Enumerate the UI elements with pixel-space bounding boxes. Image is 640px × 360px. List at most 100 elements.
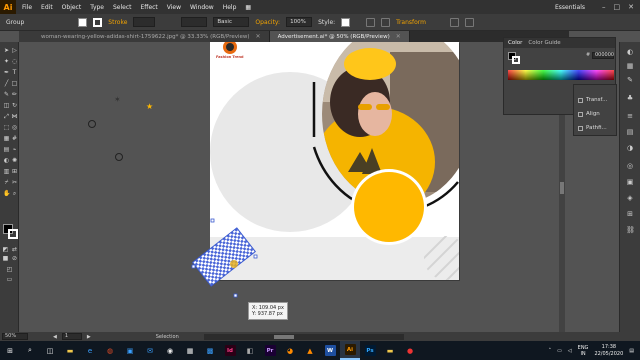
shape-builder-tool-icon[interactable]: ◎ — [11, 124, 18, 131]
scroll-thumb[interactable] — [273, 334, 294, 339]
illustrator-taskbar-icon[interactable]: Ai — [340, 341, 360, 360]
selection-handle[interactable] — [253, 254, 258, 259]
vlc-icon[interactable]: ▲ — [300, 341, 320, 360]
perspective-grid-tool-icon[interactable]: ▦ — [3, 135, 10, 142]
transparency-icon[interactable]: ◑ — [626, 144, 634, 152]
isolate-icon[interactable] — [450, 17, 460, 27]
rotate-tool-icon[interactable]: ↻ — [11, 102, 18, 109]
variable-width-field[interactable] — [181, 17, 208, 27]
drawing-mode-icon[interactable]: ◰ — [6, 266, 13, 273]
zoom-tool-icon[interactable]: ⌕ — [11, 190, 18, 197]
volume-icon[interactable]: ◁ — [568, 348, 572, 354]
width-tool-icon[interactable]: ⋈ — [11, 113, 18, 120]
hand-tool-icon[interactable]: ✋ — [3, 190, 10, 197]
chrome-icon[interactable]: ◍ — [100, 341, 120, 360]
tab-photo-document[interactable]: woman-wearing-yellow-adidas-shirt-175962… — [19, 31, 270, 42]
search-icon[interactable]: ⌕ — [20, 341, 40, 360]
artboard-tool-icon[interactable]: ⊞ — [11, 168, 18, 175]
edge-icon[interactable]: e — [80, 341, 100, 360]
recolor-icon[interactable] — [366, 17, 376, 27]
selection-tool-icon[interactable]: ➤ — [3, 47, 10, 54]
close-tab-icon[interactable]: ✕ — [256, 33, 261, 40]
color-spectrum[interactable] — [508, 70, 614, 80]
zoom-field[interactable]: 50% — [2, 333, 28, 340]
swatches-icon[interactable]: ▦ — [626, 62, 634, 70]
selected-pattern-group[interactable] — [184, 212, 264, 302]
artboard-number-field[interactable]: 1 — [61, 333, 82, 340]
task-view-icon[interactable]: ◫ — [40, 341, 60, 360]
menu-object[interactable]: Object — [62, 4, 82, 11]
prev-artboard-icon[interactable]: ◀ — [53, 334, 57, 340]
stroke-swatch[interactable] — [93, 17, 103, 27]
stroke-color-box[interactable] — [8, 229, 18, 239]
gradient-icon[interactable]: ▤ — [626, 128, 634, 136]
menu-window[interactable]: Window — [190, 4, 214, 11]
close-icon[interactable]: ✕ — [628, 3, 634, 11]
photoshop-taskbar-icon[interactable]: Ps — [360, 341, 380, 360]
calculator-icon[interactable]: ▦ — [180, 341, 200, 360]
tab-color[interactable]: Color — [508, 40, 522, 46]
stroke-icon[interactable]: ≡ — [626, 112, 634, 120]
graph-tool-icon[interactable]: ▥ — [3, 168, 10, 175]
menu-select[interactable]: Select — [113, 4, 132, 11]
store-icon[interactable]: ▣ — [120, 341, 140, 360]
minimize-icon[interactable]: – — [602, 3, 606, 11]
gradient-tool-icon[interactable]: ▤ — [3, 146, 10, 153]
mail-icon[interactable]: ✉ — [140, 341, 160, 360]
workspace-switcher[interactable]: Essentials — [555, 4, 585, 11]
opacity-label[interactable]: Opacity: — [255, 19, 280, 26]
transform-label[interactable]: Transform — [396, 19, 426, 26]
lasso-tool-icon[interactable]: ◌ — [11, 58, 18, 65]
blend-tool-icon[interactable]: ◐ — [3, 157, 10, 164]
artboards-icon[interactable]: ⊞ — [626, 210, 634, 218]
eyedropper-tool-icon[interactable]: ⌁ — [11, 146, 18, 153]
selection-handle[interactable] — [210, 218, 215, 223]
style-swatch[interactable] — [341, 17, 351, 27]
pencil-tool-icon[interactable]: ✏ — [11, 91, 18, 98]
chevron-up-icon[interactable]: ˄ — [549, 348, 552, 354]
free-transform-tool-icon[interactable]: ⬚ — [3, 124, 10, 131]
camera-icon[interactable]: ◉ — [160, 341, 180, 360]
premiere-icon[interactable]: Pr — [260, 341, 280, 360]
direct-selection-tool-icon[interactable]: ▷ — [11, 47, 18, 54]
firefox-icon[interactable]: ◕ — [280, 341, 300, 360]
none-color-icon[interactable]: ⊘ — [11, 255, 18, 262]
brushes-icon[interactable]: ✎ — [626, 76, 634, 84]
line-tool-icon[interactable]: ╱ — [3, 80, 10, 87]
canvas-area[interactable]: ✶ ★ Fashion Trend X: 109.04 px Y: 937.87… — [19, 42, 565, 332]
media-icon[interactable]: ◧ — [240, 341, 260, 360]
file-explorer-icon[interactable]: ▬ — [60, 341, 80, 360]
pen-tool-icon[interactable]: ✒ — [3, 69, 10, 76]
notifications-icon[interactable]: ▤ — [629, 348, 634, 354]
arrange-docs-icon[interactable]: ▦ — [245, 4, 251, 11]
magic-wand-tool-icon[interactable]: ✦ — [3, 58, 10, 65]
graphic-styles-icon[interactable]: ▣ — [626, 178, 634, 186]
opacity-field[interactable]: 100% — [286, 17, 313, 27]
layers-icon[interactable]: ◈ — [626, 194, 634, 202]
screen-mode-icon[interactable]: ▭ — [6, 276, 13, 283]
default-colors-icon[interactable]: ◩ — [2, 246, 9, 253]
panel-menu-icon[interactable] — [465, 17, 475, 27]
menu-file[interactable]: File — [22, 4, 32, 11]
menu-effect[interactable]: Effect — [141, 4, 158, 11]
eraser-knife-tool-icon[interactable]: ✂ — [11, 179, 18, 186]
fill-swatch[interactable] — [78, 17, 88, 27]
rectangle-tool-icon[interactable]: □ — [11, 80, 18, 87]
paintbrush-tool-icon[interactable]: ✎ — [3, 91, 10, 98]
maximize-icon[interactable]: □ — [614, 3, 621, 11]
menu-view[interactable]: View — [167, 4, 181, 11]
eraser-tool-icon[interactable]: ◫ — [3, 102, 10, 109]
transform-panel-button[interactable]: Transf... — [578, 97, 607, 103]
slice-tool-icon[interactable]: ⌿ — [3, 179, 10, 186]
links-icon[interactable]: ⛓ — [626, 226, 635, 234]
mesh-tool-icon[interactable]: # — [11, 135, 18, 142]
network-icon[interactable]: ▭ — [557, 348, 562, 354]
menu-type[interactable]: Type — [90, 4, 104, 11]
pathfinder-panel-button[interactable]: Pathfi... — [578, 125, 607, 131]
photos-icon[interactable]: ▩ — [200, 341, 220, 360]
menu-help[interactable]: Help — [223, 4, 237, 11]
stroke-label[interactable]: Stroke — [108, 19, 127, 26]
selection-handle[interactable] — [233, 293, 238, 298]
align-icon[interactable] — [381, 17, 391, 27]
brush-field[interactable]: Basic — [213, 17, 250, 27]
